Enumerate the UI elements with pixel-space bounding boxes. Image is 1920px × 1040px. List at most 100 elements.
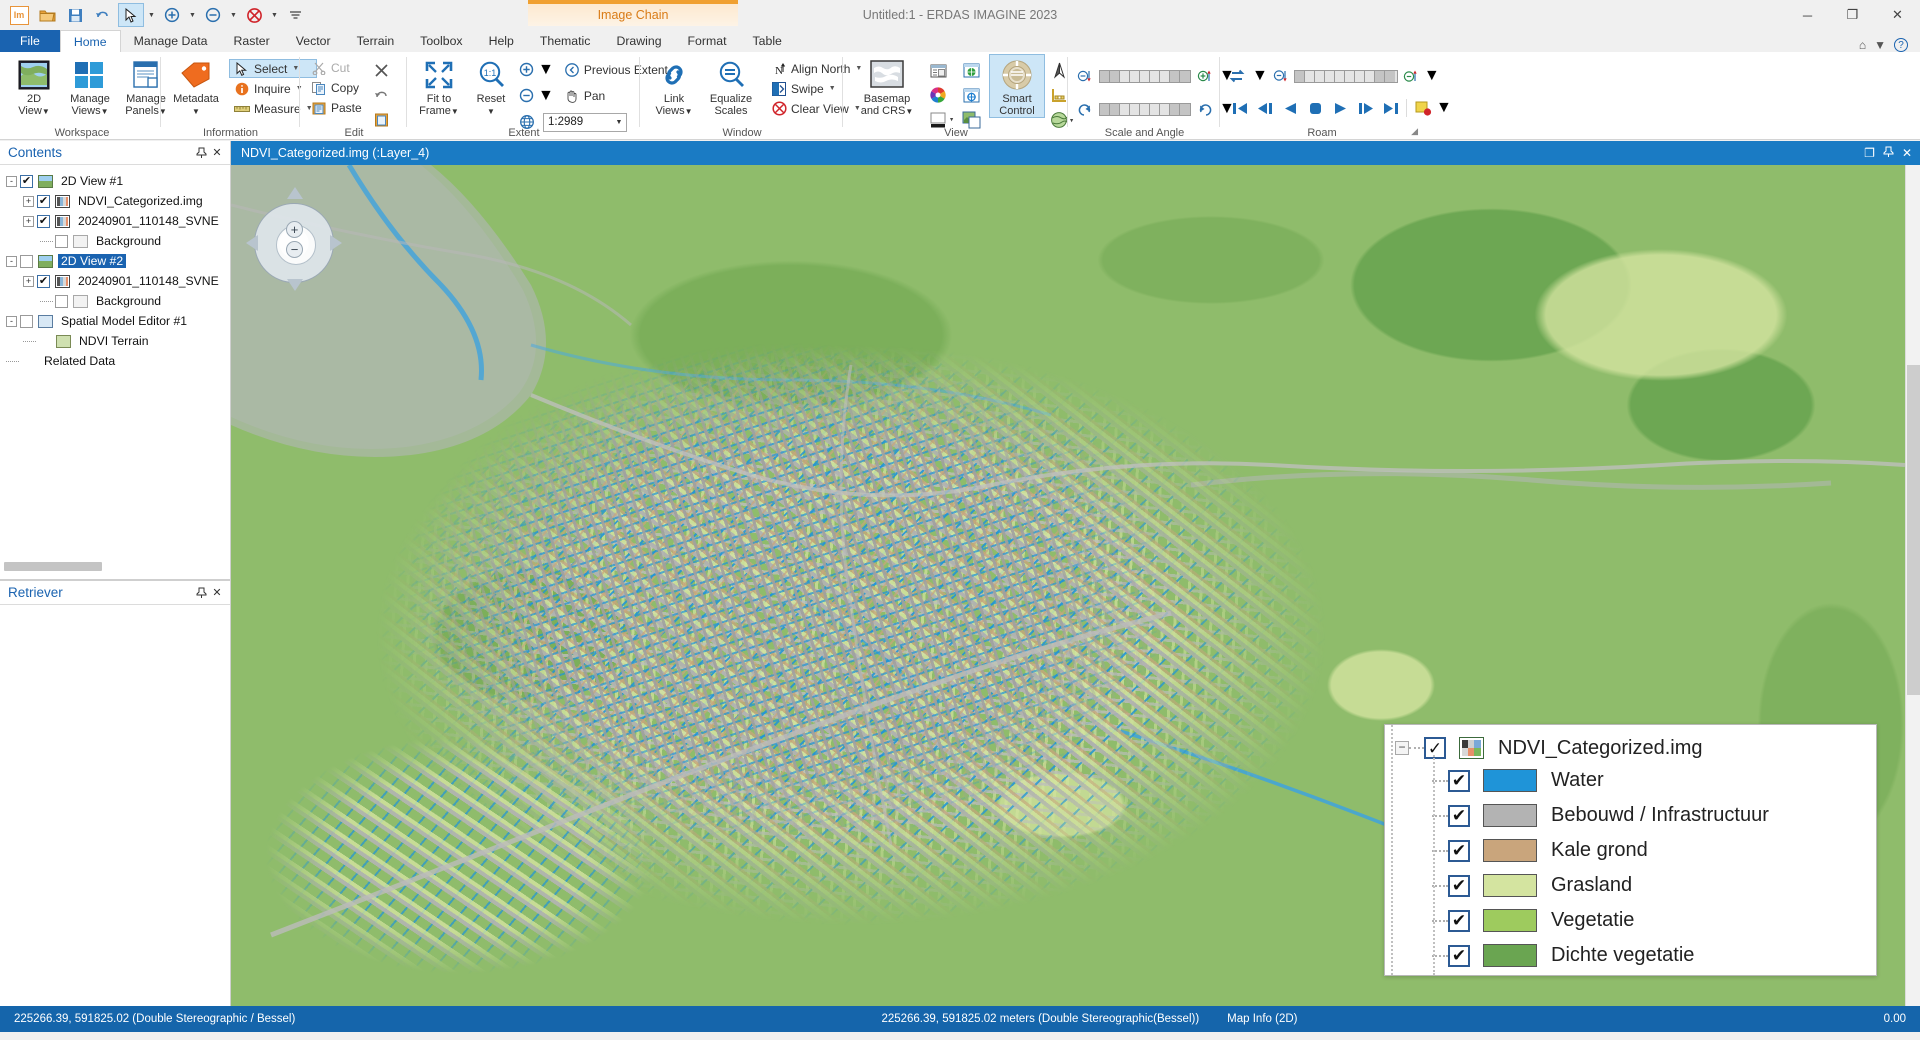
scale-slider[interactable]: [1099, 69, 1191, 83]
select-arrow-icon[interactable]: [118, 3, 144, 27]
retriever-pin-icon[interactable]: [194, 584, 208, 602]
tree-item-checkbox[interactable]: [55, 234, 68, 248]
tab-thematic[interactable]: Thematic: [527, 30, 604, 52]
tree-item-checkbox[interactable]: [20, 314, 33, 328]
navigator-pan-right-icon[interactable]: [330, 235, 342, 251]
step-back-icon[interactable]: [1253, 96, 1277, 120]
legend-color-swatch[interactable]: [1483, 769, 1537, 792]
tab-drawing[interactable]: Drawing: [603, 30, 674, 52]
clear-view-icon[interactable]: [241, 3, 267, 27]
play-back-icon[interactable]: [1278, 96, 1302, 120]
play-forward-icon[interactable]: [1328, 96, 1352, 120]
legend-item[interactable]: ✔ Dichte vegetatie: [1395, 938, 1876, 973]
zoom-out-icon[interactable]: [517, 84, 537, 108]
smart-control-button[interactable]: Smart Control: [989, 54, 1045, 118]
copy-button[interactable]: Copy: [306, 78, 366, 97]
legend-collapse-icon[interactable]: −: [1395, 741, 1409, 755]
tree-item[interactable]: Background: [6, 231, 230, 251]
tree-collapse-icon[interactable]: -: [6, 255, 17, 267]
restore-button[interactable]: ❐: [1830, 0, 1875, 30]
tree-item[interactable]: NDVI Terrain: [6, 331, 230, 351]
fit-to-frame-button[interactable]: Fit to Frame▼: [411, 54, 467, 118]
legend-item-checkbox[interactable]: ✔: [1448, 804, 1470, 827]
contents-close-icon[interactable]: ✕: [210, 144, 224, 162]
tab-vector[interactable]: Vector: [283, 30, 344, 52]
tree-expand-icon[interactable]: +: [23, 215, 34, 227]
legend-item[interactable]: ✔ Bebouwd / Infrastructuur: [1395, 798, 1876, 833]
view-horizontal-scrollbar[interactable]: [232, 1032, 1912, 1040]
zoom-out-step-icon[interactable]: [1076, 64, 1094, 88]
zoom-out-caret-icon[interactable]: ▼: [538, 87, 554, 105]
contents-pin-icon[interactable]: [194, 144, 208, 162]
metadata-button[interactable]: Metadata ▼: [165, 54, 227, 118]
scale-dropdown-icon[interactable]: ▼: [612, 119, 626, 126]
swipe-caret-icon[interactable]: ▼: [829, 85, 836, 92]
map-legend[interactable]: − ✓ NDVI_Categorized.img ✔ Water ✔ Bebouwd …: [1384, 724, 1877, 976]
equalize-scales-button[interactable]: Equalize Scales: [702, 54, 760, 118]
tab-terrain[interactable]: Terrain: [344, 30, 408, 52]
customize-qat-icon[interactable]: [282, 3, 308, 27]
legend-item[interactable]: ✔ Water: [1395, 763, 1876, 798]
crosshair-window-icon[interactable]: [959, 83, 983, 107]
roam-speed-down-icon[interactable]: [1272, 64, 1290, 88]
tab-raster[interactable]: Raster: [220, 30, 282, 52]
navigator-pan-up-icon[interactable]: [287, 187, 303, 199]
tab-home[interactable]: Home: [59, 30, 121, 52]
tab-help[interactable]: Help: [476, 30, 527, 52]
legend-root-row[interactable]: − ✓ NDVI_Categorized.img: [1395, 733, 1876, 763]
clear-view-caret-icon[interactable]: ▼: [269, 3, 280, 27]
tree-item-checkbox[interactable]: ✔: [37, 214, 50, 228]
map-navigator[interactable]: + −: [246, 185, 342, 295]
rotate-cw-icon[interactable]: [1196, 97, 1214, 121]
tree-expand-icon[interactable]: +: [23, 195, 34, 207]
navigator-pan-left-icon[interactable]: [246, 235, 258, 251]
last-frame-icon[interactable]: [1378, 96, 1402, 120]
legend-item[interactable]: ✔ Vegetatie: [1395, 903, 1876, 938]
navigator-zoom-in-button[interactable]: +: [286, 221, 303, 238]
tree-collapse-icon[interactable]: -: [6, 315, 17, 327]
legend-color-swatch[interactable]: [1483, 839, 1537, 862]
legend-color-swatch[interactable]: [1483, 874, 1537, 897]
tree-item[interactable]: + ✔ NDVI_Categorized.img: [6, 191, 230, 211]
roam-speed-up-icon[interactable]: [1402, 64, 1420, 88]
roam-dialog-launcher[interactable]: ◢: [1411, 126, 1418, 137]
tree-expand-icon[interactable]: +: [23, 275, 34, 287]
navigator-pan-down-icon[interactable]: [287, 279, 303, 291]
first-frame-icon[interactable]: [1228, 96, 1252, 120]
layer-info-icon[interactable]: [926, 58, 950, 82]
undo-icon[interactable]: [370, 83, 394, 107]
tree-item[interactable]: - 2D View #2: [6, 251, 230, 271]
close-button[interactable]: ✕: [1875, 0, 1920, 30]
globe-window-icon[interactable]: [959, 58, 983, 82]
roam-speed-slider[interactable]: [1293, 69, 1398, 83]
select-caret-icon[interactable]: ▼: [146, 3, 157, 27]
undo-icon[interactable]: [90, 3, 116, 27]
tab-table[interactable]: Table: [740, 30, 795, 52]
tree-collapse-icon[interactable]: -: [6, 175, 17, 187]
view-close-icon[interactable]: ✕: [1902, 146, 1912, 160]
open-icon[interactable]: [34, 3, 60, 27]
step-forward-icon[interactable]: [1353, 96, 1377, 120]
tree-item[interactable]: + ✔ 20240901_110148_SVNE: [6, 211, 230, 231]
tree-item-checkbox[interactable]: [20, 254, 33, 268]
paste-button[interactable]: Paste: [306, 98, 366, 117]
delete-icon[interactable]: [370, 58, 394, 82]
tab-manage-data[interactable]: Manage Data: [121, 30, 221, 52]
legend-color-swatch[interactable]: [1483, 804, 1537, 827]
roam-path-icon[interactable]: [1228, 64, 1248, 88]
save-icon[interactable]: [62, 3, 88, 27]
zoom-out-caret-icon[interactable]: ▼: [228, 3, 239, 27]
tab-file[interactable]: File: [0, 30, 60, 52]
legend-item-checkbox[interactable]: ✔: [1448, 769, 1470, 792]
legend-item-checkbox[interactable]: ✔: [1448, 874, 1470, 897]
zoom-in-step-icon[interactable]: [1196, 64, 1214, 88]
ribbon-options-icon[interactable]: ▼: [1874, 38, 1886, 52]
zoom-in-caret-icon[interactable]: ▼: [538, 61, 554, 79]
legend-item-checkbox[interactable]: ✔: [1448, 839, 1470, 862]
record-caret-icon[interactable]: ▼: [1436, 99, 1452, 117]
tree-item[interactable]: + ✔ 20240901_110148_SVNE: [6, 271, 230, 291]
record-icon[interactable]: [1411, 96, 1435, 120]
tree-item[interactable]: - ✔ 2D View #1: [6, 171, 230, 191]
tree-item-checkbox[interactable]: ✔: [37, 194, 50, 208]
contents-horizontal-scrollbar[interactable]: [4, 562, 224, 572]
